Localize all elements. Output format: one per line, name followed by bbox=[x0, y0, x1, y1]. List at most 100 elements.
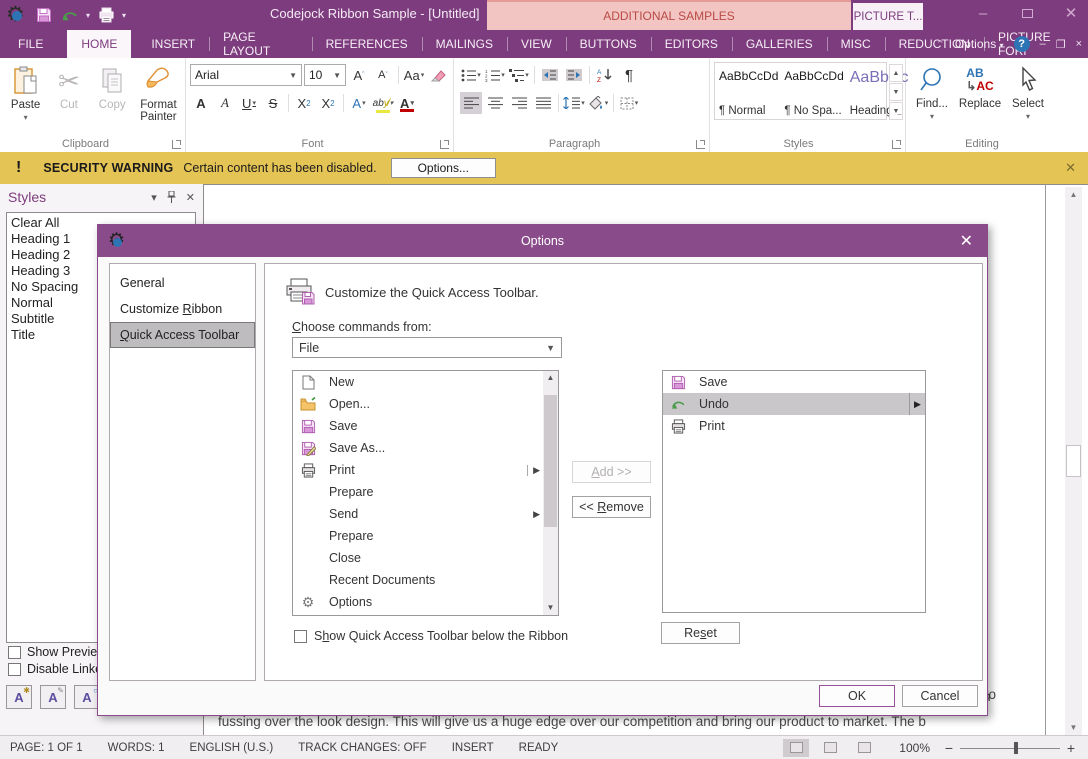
justify-button[interactable] bbox=[532, 92, 554, 114]
mdi-close-icon[interactable]: × bbox=[1076, 38, 1082, 50]
status-language[interactable]: ENGLISH (U.S.) bbox=[190, 742, 274, 754]
font-color-button[interactable]: A▾ bbox=[396, 92, 418, 114]
numbering-button[interactable]: 123 ▾ bbox=[484, 64, 506, 86]
status-words[interactable]: WORDS: 1 bbox=[108, 742, 165, 754]
tab-insert[interactable]: INSERT bbox=[137, 30, 209, 58]
command-item-recent-documents[interactable]: Recent Documents bbox=[293, 569, 543, 591]
shading-button[interactable]: ▾ bbox=[587, 92, 609, 114]
dialog-close-icon[interactable]: ✕ bbox=[960, 231, 973, 251]
style-inspector-button[interactable]: A✎ bbox=[40, 685, 66, 709]
strikethrough-button[interactable]: S bbox=[262, 92, 284, 114]
tab-home[interactable]: HOME bbox=[67, 30, 131, 58]
zoom-in-icon[interactable]: + bbox=[1064, 740, 1078, 756]
borders-button[interactable]: ▾ bbox=[618, 92, 640, 114]
ok-button[interactable]: OK bbox=[819, 685, 895, 707]
show-qat-below-ribbon-checkbox[interactable]: Show Quick Access Toolbar below the Ribb… bbox=[294, 629, 568, 643]
print-icon[interactable] bbox=[96, 5, 116, 25]
gallery-scroll-up-icon[interactable]: ▲ bbox=[889, 64, 903, 82]
change-case-button[interactable]: Aa▾ bbox=[403, 64, 425, 86]
italic-button[interactable]: A bbox=[214, 92, 236, 114]
view-fullscreen-button[interactable] bbox=[817, 739, 843, 757]
command-item-options[interactable]: ⚙ Options bbox=[293, 591, 543, 613]
tab-buttons[interactable]: BUTTONS bbox=[566, 30, 651, 58]
command-item-print[interactable]: Print ▶ bbox=[293, 459, 543, 481]
styles-dialog-launcher-icon[interactable] bbox=[892, 140, 901, 149]
select-button[interactable]: Select ▾ bbox=[1004, 62, 1052, 136]
reset-button[interactable]: Reset bbox=[661, 622, 740, 644]
gallery-more-icon[interactable]: ▼̲ bbox=[889, 102, 903, 120]
tab-mailings[interactable]: MAILINGS bbox=[422, 30, 507, 58]
zoom-slider-thumb[interactable] bbox=[1014, 742, 1018, 754]
text-effects-button[interactable]: A▾ bbox=[348, 92, 370, 114]
scrollbar-thumb[interactable] bbox=[1066, 445, 1081, 477]
sort-button[interactable]: AZ bbox=[594, 64, 616, 86]
show-paragraph-marks-button[interactable]: ¶ bbox=[618, 64, 640, 86]
new-style-button[interactable]: A✱ bbox=[6, 685, 32, 709]
command-item-send[interactable]: Send ▶ bbox=[293, 503, 543, 525]
styles-pane-close-icon[interactable]: ✕ bbox=[186, 191, 195, 204]
highlight-color-button[interactable]: aby̸▾ bbox=[372, 92, 394, 114]
style-normal[interactable]: AaBbCcDd ¶ Normal bbox=[715, 63, 780, 119]
mdi-minimize-icon[interactable]: – bbox=[1040, 38, 1046, 50]
scrollbar-thumb[interactable] bbox=[544, 395, 557, 527]
command-item-save[interactable]: Save bbox=[293, 415, 543, 437]
maximize-icon[interactable] bbox=[1018, 5, 1036, 22]
multilevel-list-button[interactable]: ▾ bbox=[508, 64, 530, 86]
security-options-button[interactable]: Options... bbox=[391, 158, 496, 178]
dialog-titlebar[interactable]: Options ⚙ ✕ bbox=[98, 225, 987, 257]
paste-button[interactable]: Paste ▾ bbox=[4, 62, 47, 136]
tab-galleries[interactable]: GALLERIES bbox=[732, 30, 827, 58]
view-web-layout-button[interactable] bbox=[851, 739, 877, 757]
command-item-save-as[interactable]: Save As... bbox=[293, 437, 543, 459]
qat-customize-dropdown-icon[interactable]: ▾ bbox=[122, 11, 126, 20]
superscript-button[interactable]: X2 bbox=[317, 92, 339, 114]
nav-item-quick-access-toolbar[interactable]: Quick Access Toolbar bbox=[110, 322, 255, 348]
vertical-scrollbar[interactable]: ▲ ▼ bbox=[1065, 187, 1082, 735]
qat-item-print[interactable]: Print bbox=[663, 415, 925, 437]
command-item-new[interactable]: New bbox=[293, 371, 543, 393]
decrease-indent-button[interactable] bbox=[539, 64, 561, 86]
choose-commands-combo[interactable]: File ▼ bbox=[292, 337, 562, 358]
bullets-button[interactable]: ▾ bbox=[460, 64, 482, 86]
line-spacing-button[interactable]: ▾ bbox=[563, 92, 585, 114]
paragraph-dialog-launcher-icon[interactable] bbox=[696, 140, 705, 149]
additional-samples-badge[interactable]: ADDITIONAL SAMPLES bbox=[487, 0, 851, 30]
close-icon[interactable]: ✕ bbox=[1062, 4, 1080, 22]
save-icon[interactable] bbox=[34, 5, 54, 25]
status-ready[interactable]: READY bbox=[519, 742, 559, 754]
font-size-combo[interactable]: 10▼ bbox=[304, 64, 346, 86]
qat-item-save[interactable]: Save bbox=[663, 371, 925, 393]
font-name-combo[interactable]: Arial▼ bbox=[190, 64, 302, 86]
command-item-open[interactable]: Open... bbox=[293, 393, 543, 415]
commands-list-scrollbar[interactable]: ▲ ▼ bbox=[543, 371, 558, 615]
add-button[interactable]: Add >> bbox=[572, 461, 651, 483]
align-right-button[interactable] bbox=[508, 92, 530, 114]
command-item-prepare2[interactable]: Prepare bbox=[293, 525, 543, 547]
grow-font-button[interactable]: Aˆ bbox=[348, 64, 370, 86]
minimize-icon[interactable]: – bbox=[974, 5, 992, 22]
undo-icon[interactable] bbox=[60, 5, 80, 25]
copy-button[interactable]: Copy bbox=[91, 62, 134, 136]
help-icon[interactable]: ? bbox=[1014, 36, 1030, 52]
format-painter-button[interactable]: Format Painter bbox=[134, 62, 183, 136]
align-left-button[interactable] bbox=[460, 92, 482, 114]
qat-item-undo[interactable]: Undo ▶ bbox=[663, 393, 925, 415]
zoom-out-icon[interactable]: − bbox=[942, 740, 956, 756]
cancel-button[interactable]: Cancel bbox=[902, 685, 978, 707]
tab-file[interactable]: FILE bbox=[4, 30, 57, 58]
scroll-up-icon[interactable]: ▲ bbox=[543, 371, 558, 385]
tab-misc[interactable]: MISC bbox=[827, 30, 885, 58]
remove-button[interactable]: << Remove bbox=[572, 496, 651, 518]
zoom-level[interactable]: 100% bbox=[899, 741, 930, 755]
nav-item-general[interactable]: General bbox=[110, 270, 255, 296]
tab-view[interactable]: VIEW bbox=[507, 30, 566, 58]
bold-button[interactable]: A bbox=[190, 92, 212, 114]
font-dialog-launcher-icon[interactable] bbox=[440, 140, 449, 149]
nav-item-customize-ribbon[interactable]: Customize Ribbon bbox=[110, 296, 255, 322]
gallery-scroll-down-icon[interactable]: ▼ bbox=[889, 83, 903, 101]
pin-icon[interactable] bbox=[167, 191, 176, 203]
zoom-slider[interactable] bbox=[960, 741, 1060, 755]
view-print-layout-button[interactable] bbox=[783, 739, 809, 757]
align-center-button[interactable] bbox=[484, 92, 506, 114]
replace-button[interactable]: AB↳AC Replace bbox=[956, 62, 1004, 136]
